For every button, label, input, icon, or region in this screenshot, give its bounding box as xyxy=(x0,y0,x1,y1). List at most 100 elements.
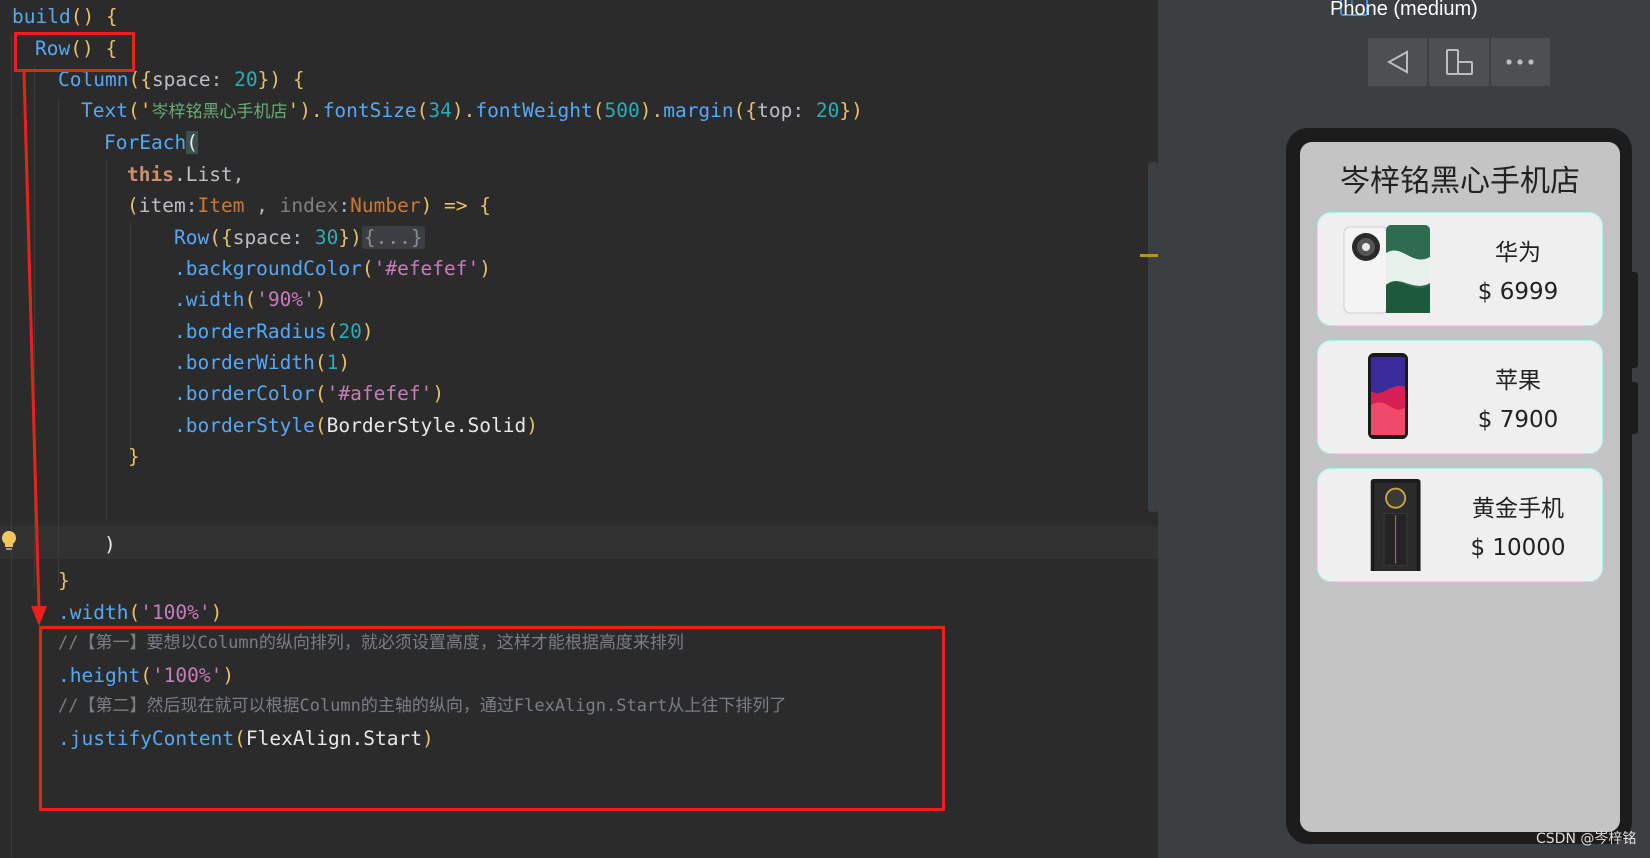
code-token: ). xyxy=(451,99,476,122)
code-token: top xyxy=(757,99,793,122)
code-editor[interactable]: build() { Row() { Column({space: 20}) { … xyxy=(0,0,1158,858)
code-token: ( xyxy=(314,382,327,405)
product-card[interactable]: 苹果 $ 7900 xyxy=(1317,340,1603,454)
code-token: ) xyxy=(338,351,351,374)
code-line-13[interactable]: .borderColor('#afefef') xyxy=(174,377,444,410)
code-token: '). xyxy=(287,99,323,122)
code-token: }) xyxy=(338,226,362,249)
phone-screen[interactable]: 岑梓铭黑心手机店 华为 $ 6999 苹果 $ 7900 黄金手机 $ 1000… xyxy=(1300,142,1620,832)
product-price: $ 10000 xyxy=(1470,535,1566,561)
code-line-12[interactable]: .borderWidth(1) xyxy=(174,346,350,379)
product-name: 华为 xyxy=(1495,240,1541,266)
code-token: BorderStyle.Solid xyxy=(326,414,527,437)
phone-side-button xyxy=(1632,272,1638,368)
code-token: '#afefef' xyxy=(326,382,433,405)
code-token: 20 xyxy=(234,68,258,91)
back-button[interactable] xyxy=(1368,38,1428,86)
lightbulb-icon[interactable] xyxy=(0,530,18,552)
code-token: , xyxy=(244,194,280,217)
code-token: Item xyxy=(197,194,245,217)
code-token: ForEach xyxy=(104,131,187,154)
annotation-box-row xyxy=(14,32,135,72)
code-line-11[interactable]: .borderRadius(20) xyxy=(174,315,374,348)
product-card[interactable]: 华为 $ 6999 xyxy=(1317,212,1603,326)
code-token: (' xyxy=(127,99,152,122)
code-token: 岑梓铭黑心手机店 xyxy=(151,102,288,122)
code-token: ( xyxy=(592,99,605,122)
code-line-8[interactable]: Row({space: 30}) {...} xyxy=(174,221,425,254)
code-token: }) { xyxy=(257,68,305,91)
code-token: ({ xyxy=(733,99,758,122)
code-line-10[interactable]: .width('90%') xyxy=(174,283,327,316)
code-token: ) xyxy=(479,257,492,280)
rotate-button[interactable] xyxy=(1429,38,1489,86)
code-token: margin xyxy=(663,99,734,122)
code-line-9[interactable]: .backgroundColor('#efefef') xyxy=(174,252,491,285)
code-token: : xyxy=(210,68,235,91)
code-line-14[interactable]: .borderStyle(BorderStyle.Solid) xyxy=(174,409,538,442)
code-token: space xyxy=(151,68,211,91)
more-button[interactable] xyxy=(1490,38,1550,86)
device-label: Phone (medium) xyxy=(1330,0,1478,20)
code-token: ) xyxy=(361,320,374,343)
code-token: '90%' xyxy=(256,288,315,311)
code-token: 34 xyxy=(428,99,452,122)
code-token: .borderColor xyxy=(174,382,315,405)
code-token: index xyxy=(279,194,339,217)
code-token: : xyxy=(291,226,315,249)
device-rotate-icon xyxy=(1445,49,1473,75)
product-name: 黄金手机 xyxy=(1472,496,1564,522)
scrollbar-warning-marker[interactable] xyxy=(1140,254,1158,257)
code-line-4[interactable]: Text('岑梓铭黑心手机店').fontSize(34).fontWeight… xyxy=(81,94,863,127)
phone-image-huawei xyxy=(1343,225,1430,314)
code-token: .borderStyle xyxy=(174,414,315,437)
code-token: ) => { xyxy=(420,194,492,217)
code-token: 20 xyxy=(815,99,840,122)
previewer-toolbar xyxy=(1368,38,1550,86)
code-token: : xyxy=(185,194,198,217)
product-card[interactable]: 黄金手机 $ 10000 xyxy=(1317,468,1603,582)
code-token: () { xyxy=(70,5,118,28)
code-token: ( xyxy=(314,351,327,374)
code-token: fontSize xyxy=(322,99,417,122)
code-token: ({ xyxy=(209,226,233,249)
code-token: build xyxy=(12,5,71,28)
code-token: this xyxy=(127,163,174,186)
code-token: ( xyxy=(128,601,141,624)
product-price: $ 6999 xyxy=(1477,279,1559,305)
code-token: ( xyxy=(314,414,327,437)
code-token: ) xyxy=(314,288,327,311)
code-token: Number xyxy=(350,194,421,217)
code-token: space xyxy=(232,226,292,249)
code-token: .backgroundColor xyxy=(174,257,362,280)
code-line-15[interactable]: } xyxy=(128,440,140,473)
code-token: .borderWidth xyxy=(174,351,315,374)
code-token: : xyxy=(338,194,351,217)
code-line-7[interactable]: (item:Item , index:Number) => { xyxy=(127,189,491,222)
code-token: item xyxy=(138,194,186,217)
code-token: : xyxy=(792,99,816,122)
code-token: fontWeight xyxy=(475,99,593,122)
code-line-1[interactable]: build() { xyxy=(12,0,118,33)
code-line-6[interactable]: this.List, xyxy=(127,158,244,191)
indent-guide xyxy=(11,34,12,858)
code-token: ( xyxy=(127,194,139,217)
code-token: Text xyxy=(81,99,128,122)
code-token: ). xyxy=(639,99,664,122)
code-token: ) xyxy=(432,382,445,405)
annotation-arrow xyxy=(22,71,47,626)
code-token: }) xyxy=(839,99,863,122)
code-token: ( xyxy=(326,320,339,343)
code-line-18[interactable]: .width('100%') xyxy=(58,596,222,629)
code-token: 20 xyxy=(338,320,362,343)
code-line-16[interactable]: ) xyxy=(104,528,116,561)
indent-guide xyxy=(130,222,131,458)
code-token: Row xyxy=(174,226,210,249)
vertical-scrollbar[interactable] xyxy=(1148,162,1158,512)
code-token: ) xyxy=(210,601,223,624)
code-line-17[interactable]: } xyxy=(58,564,70,597)
code-line-5[interactable]: ForEach( xyxy=(104,126,198,159)
folded-code-block[interactable]: {...} xyxy=(361,226,425,249)
code-token: 500 xyxy=(604,99,640,122)
triangle-back-icon xyxy=(1386,50,1408,74)
